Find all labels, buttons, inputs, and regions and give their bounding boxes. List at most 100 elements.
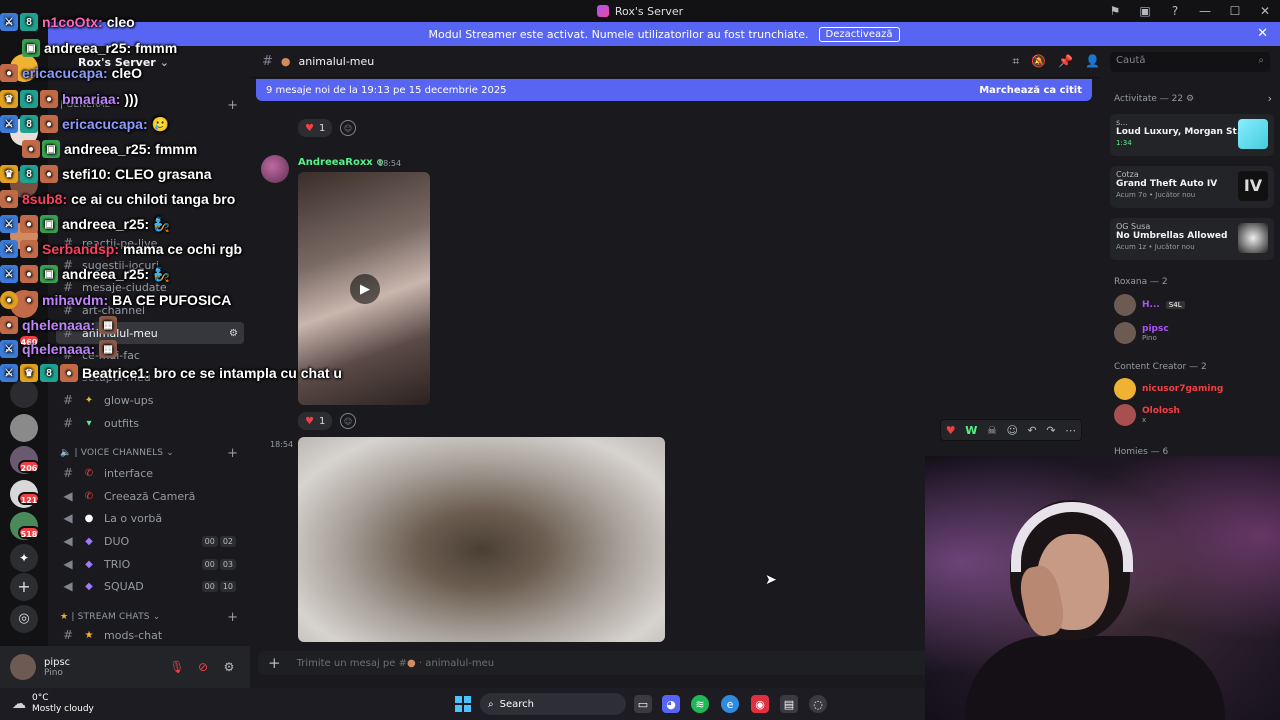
avatar[interactable] — [10, 654, 36, 680]
overlay-chat-line: ⚔ ● ▣ andreea_r25: 🧞 — [0, 262, 171, 286]
start-icon[interactable] — [455, 696, 471, 712]
badge-icon: ⚔ — [0, 265, 18, 283]
voice-channel-squad[interactable]: ◀ ◆ SQUAD 00 10 — [56, 575, 244, 597]
badge-icon: ⚔ — [0, 215, 18, 233]
add-reaction-icon[interactable]: ☺ — [1006, 424, 1017, 437]
badge-icon: ● — [0, 291, 18, 309]
deafen-icon[interactable]: ⊘ — [192, 656, 214, 678]
add-reaction-icon[interactable]: ☺ — [340, 413, 356, 429]
voice-channel-la-o-vorba[interactable]: ◀ ● La o vorbă — [56, 507, 244, 529]
badge-icon: ▣ — [40, 265, 58, 283]
member-item[interactable]: nicusor7gaming — [1114, 376, 1274, 402]
screen-icon[interactable]: ▣ — [1130, 0, 1160, 22]
reaction-heart[interactable]: ♥ 1 — [298, 412, 333, 430]
reply-icon[interactable]: ↶ — [1028, 424, 1037, 437]
hash-icon: # — [62, 416, 74, 430]
close-window-icon[interactable]: ✕ — [1250, 0, 1280, 22]
channel-outfits[interactable]: # ▾ outfits — [56, 412, 244, 434]
user-limit-count: 02 — [219, 535, 236, 547]
server-icon[interactable]: ✦ — [10, 544, 38, 572]
forward-icon[interactable]: ↷ — [1046, 424, 1055, 437]
image-attachment[interactable] — [298, 437, 665, 642]
help-icon[interactable]: ? — [1160, 0, 1190, 22]
member-item[interactable]: Ololosh x — [1114, 402, 1274, 428]
voice-channel-trio[interactable]: ◀ ◆ TRIO 00 03 — [56, 553, 244, 575]
badge-icon: ⚔ — [0, 115, 18, 133]
overlay-username: andreea_r25: — [44, 40, 132, 56]
spotify-icon[interactable]: ≋ — [691, 695, 709, 713]
add-channel-icon[interactable]: + — [227, 446, 238, 461]
threads-icon[interactable]: ⌗ — [1012, 54, 1019, 69]
cloud-icon: ☁ — [12, 696, 26, 712]
member-item[interactable]: pipsc Pino — [1114, 320, 1274, 346]
composer-placeholder-text: Trimite un mesaj pe # — [296, 657, 407, 669]
mark-as-read-button[interactable]: Marchează ca citit — [979, 85, 1082, 96]
app-icon[interactable]: ◉ — [751, 695, 769, 713]
discover-icon[interactable]: ◎ — [10, 605, 38, 633]
chat-badges: ● — [0, 190, 18, 208]
category-stream-label: | STREAM CHATS — [71, 612, 150, 622]
activity-card[interactable]: Cotza Grand Theft Auto IV Acum 7o • Jucă… — [1110, 166, 1274, 208]
add-channel-icon[interactable]: + — [227, 610, 238, 625]
header-toolbar: ⌗ 🔕 📌 👤 — [1012, 54, 1100, 69]
discord-icon[interactable]: ◕ — [662, 695, 680, 713]
voice-channel-create[interactable]: ◀ ✆ Creează Cameră — [56, 485, 244, 507]
badge-icon: ⚔ — [0, 364, 18, 382]
user-info[interactable]: pipsc Pino — [44, 657, 70, 678]
chat-badges: ⚔ ♛ 8 ● — [0, 364, 78, 382]
avatar — [1114, 322, 1136, 344]
search-input[interactable]: Caută ⌕ — [1110, 52, 1270, 72]
user-status: Pino — [44, 667, 63, 678]
avatar — [1114, 294, 1136, 316]
taskbar-search[interactable]: ⌕ Search — [480, 693, 626, 715]
gear-icon[interactable]: ⚙ — [1186, 94, 1194, 104]
activity-card[interactable]: OG Susa No Umbrellas Allowed Acum 1z • J… — [1110, 218, 1274, 260]
disable-streamer-button[interactable]: Dezactivează — [818, 26, 900, 42]
task-view-icon[interactable]: ▭ — [634, 695, 652, 713]
close-banner-icon[interactable]: ✕ — [1257, 26, 1268, 41]
shirt-icon: ▾ — [86, 417, 92, 429]
taskbar-search-label: Search — [499, 698, 534, 710]
server-icon[interactable] — [10, 414, 38, 442]
maximize-icon[interactable]: ☐ — [1220, 0, 1250, 22]
minimize-icon[interactable]: — — [1190, 0, 1220, 22]
pin-icon[interactable]: 📌 — [1058, 54, 1073, 69]
chevron-right-icon[interactable]: › — [1268, 92, 1272, 105]
member-status: Pino — [1142, 334, 1157, 342]
gear-icon[interactable]: ⚙ — [218, 656, 240, 678]
more-icon[interactable]: ⋯ — [1065, 424, 1076, 437]
voice-channel-duo[interactable]: ◀ ◆ DUO 00 02 — [56, 530, 244, 552]
category-stream[interactable]: ★ | STREAM CHATS ⌄ — [60, 612, 161, 622]
chat-badges: ⚔ ● — [0, 240, 38, 258]
attach-icon[interactable]: + — [268, 654, 281, 672]
weather-widget[interactable]: ☁ 0°C Mostly cloudy — [12, 693, 94, 715]
skull-icon[interactable]: ☠ — [987, 424, 997, 437]
user-panel: pipsc Pino 🎙 ⊘ ⚙ — [0, 646, 250, 688]
badge-icon: ▣ — [42, 140, 60, 158]
mute-mic-icon[interactable]: 🎙 — [166, 656, 188, 678]
add-server-icon[interactable]: + — [10, 573, 38, 601]
overlay-username: Serbandsp: — [42, 241, 120, 257]
channel-mods-chat[interactable]: # ★ mods-chat — [56, 624, 244, 646]
username: pipsc — [44, 656, 71, 668]
w-emoji-icon[interactable]: W — [965, 424, 977, 437]
obs-icon[interactable]: ◌ — [809, 695, 827, 713]
channel-label: DUO — [104, 534, 130, 548]
heart-icon[interactable]: ♥ — [946, 424, 956, 437]
overlay-username: ericacucapa: — [62, 116, 148, 132]
inbox-icon[interactable]: ⚑ — [1100, 0, 1130, 22]
window-app-icon[interactable]: ▤ — [780, 695, 798, 713]
webcam-feed — [925, 456, 1280, 720]
speaker-icon: ◀ — [63, 557, 73, 571]
edge-icon[interactable]: e — [721, 695, 739, 713]
activity-card[interactable]: s... Loud Luxury, Morgan St. Je... 1:34 — [1110, 114, 1274, 156]
emote-icon: ▦ — [99, 340, 118, 358]
member-item[interactable]: H... S4L — [1114, 292, 1274, 318]
overlay-username: ericacucapa: — [22, 65, 108, 81]
members-icon[interactable]: 👤 — [1085, 54, 1100, 69]
speaker-icon: 🔈 — [60, 448, 72, 458]
voice-channel-interface[interactable]: # ✆ interface — [56, 462, 244, 484]
category-voice[interactable]: 🔈 | VOICE CHANNELS ⌄ — [60, 448, 174, 458]
album-art — [1238, 119, 1268, 149]
notifications-icon[interactable]: 🔕 — [1031, 54, 1046, 69]
